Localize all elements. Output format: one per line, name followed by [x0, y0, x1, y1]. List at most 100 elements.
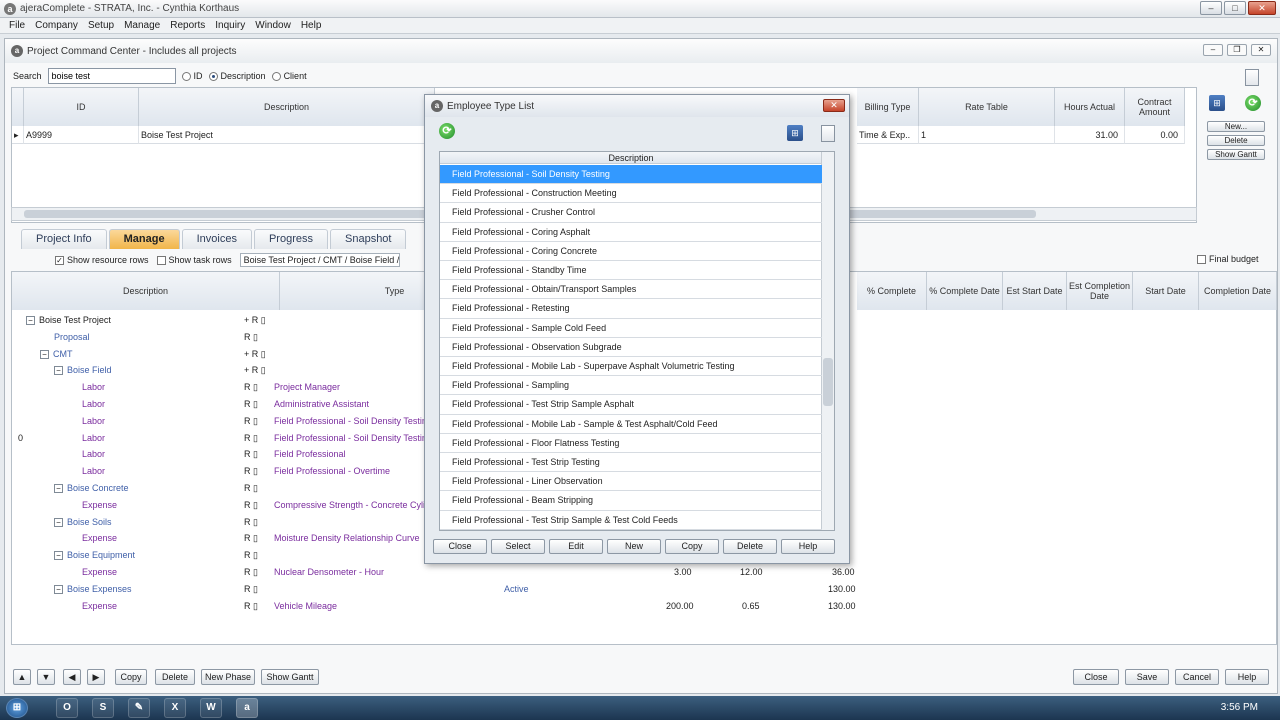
taskbar-app-icon[interactable]: ✎ [128, 698, 150, 718]
show-resource-rows-checkbox[interactable]: ✓ Show resource rows [55, 255, 149, 266]
dialog-delete-button[interactable]: Delete [723, 539, 777, 554]
employee-type-item[interactable]: Field Professional - Construction Meetin… [440, 184, 822, 204]
employee-type-item[interactable]: Field Professional - Standby Time [440, 261, 822, 281]
start-button[interactable]: ⊞ [6, 698, 28, 718]
tab-invoices[interactable]: Invoices [181, 229, 252, 249]
delete-row-button[interactable]: Delete [155, 669, 195, 685]
col-est-completion-header[interactable]: Est Completion Date [1067, 272, 1133, 310]
employee-type-item[interactable]: Field Professional - Test Strip Sample &… [440, 511, 822, 530]
row-action-icons[interactable]: R ▯ [244, 449, 258, 460]
row-action-icons[interactable]: R ▯ [244, 517, 258, 528]
row-action-icons[interactable]: R ▯ [244, 550, 258, 561]
taskbar-app-icon[interactable]: S [92, 698, 114, 718]
taskbar-app-icon[interactable]: O [56, 698, 78, 718]
row-action-icons[interactable]: R ▯ [244, 584, 258, 595]
col-id-header[interactable]: ID [24, 88, 139, 126]
show-gantt-button[interactable]: Show Gantt [1207, 149, 1265, 160]
collapse-icon[interactable]: − [54, 484, 63, 493]
employee-type-item[interactable]: Field Professional - Test Strip Sample A… [440, 395, 822, 415]
cancel-button[interactable]: Cancel [1175, 669, 1219, 685]
show-task-rows-checkbox[interactable]: Show task rows [156, 255, 232, 266]
scroll-thumb[interactable] [823, 358, 833, 406]
refresh-icon[interactable]: ⟳ [1245, 95, 1261, 111]
copy-button[interactable]: Copy [115, 669, 147, 685]
employee-type-item[interactable]: Field Professional - Obtain/Transport Sa… [440, 280, 822, 300]
col-pct-complete-header[interactable]: % Complete [857, 272, 927, 310]
cell-billing-type[interactable]: Time & Exp.. [857, 126, 919, 144]
tab-progress[interactable]: Progress [253, 229, 328, 249]
menu-setup[interactable]: Setup [83, 18, 119, 33]
row-action-icons[interactable]: + R ▯ [244, 349, 266, 360]
hierarchy-icon[interactable]: ⊞ [1209, 95, 1225, 111]
taskbar-app-icon[interactable]: W [200, 698, 222, 718]
col-description-header[interactable]: Description [139, 88, 435, 126]
dialog-edit-button[interactable]: Edit [549, 539, 603, 554]
collapse-icon[interactable]: − [26, 316, 35, 325]
employee-type-item[interactable]: Field Professional - Soil Density Testin… [440, 165, 822, 185]
refresh-icon[interactable]: ⟳ [439, 123, 455, 139]
employee-type-item[interactable]: Field Professional - Floor Flatness Test… [440, 434, 822, 453]
cell-id[interactable]: A9999 [24, 126, 139, 144]
new-button[interactable]: New... [1207, 121, 1265, 132]
menu-company[interactable]: Company [30, 18, 83, 33]
tree-row[interactable]: Expense R ▯ Nuclear Densometer - Hour 3.00 1… [12, 564, 1276, 581]
dialog-close-button[interactable]: ✕ [823, 99, 845, 112]
radio-id[interactable]: ID [181, 71, 203, 82]
row-action-icons[interactable]: R ▯ [244, 500, 258, 511]
final-budget-checkbox[interactable]: Final budget [1197, 254, 1259, 265]
window-restore-button[interactable]: ❐ [1227, 44, 1247, 56]
row-action-icons[interactable]: R ▯ [244, 433, 258, 444]
collapse-icon[interactable]: − [54, 517, 63, 527]
collapse-icon[interactable]: − [40, 349, 49, 359]
row-action-icons[interactable]: + R ▯ [244, 315, 266, 326]
taskbar-app-icon[interactable]: a [236, 698, 258, 718]
tab-manage[interactable]: Manage [108, 229, 180, 249]
col-contract-amount-header[interactable]: Contract Amount [1125, 88, 1185, 126]
cell-hours-actual[interactable]: 31.00 [1055, 126, 1125, 144]
employee-type-item[interactable]: Field Professional - Observation Subgrad… [440, 338, 822, 357]
col-pct-complete-date-header[interactable]: % Complete Date [927, 272, 1003, 310]
col-billing-type-header[interactable]: Billing Type [857, 88, 919, 126]
dialog-copy-button[interactable]: Copy [665, 539, 719, 554]
window-minimize-button[interactable]: – [1203, 44, 1223, 56]
row-action-icons[interactable]: R ▯ [244, 399, 258, 410]
collapse-icon[interactable]: − [54, 366, 63, 376]
document-icon[interactable] [1245, 69, 1259, 88]
tree-row[interactable]: − Boise Expenses R ▯ Active 130.00 [12, 581, 1276, 598]
close-window-button[interactable]: Close [1073, 669, 1119, 685]
col-description-header[interactable]: Description [12, 272, 280, 310]
dialog-vscrollbar[interactable] [821, 152, 834, 530]
taskbar-app-icon[interactable]: X [164, 698, 186, 718]
col-completion-date-header[interactable]: Completion Date [1199, 272, 1277, 310]
radio-client[interactable]: Client [271, 71, 307, 82]
employee-type-item[interactable]: Field Professional - Test Strip Testing [440, 453, 822, 473]
employee-type-item[interactable]: Field Professional - Liner Observation [440, 472, 822, 492]
dialog-help-button[interactable]: Help [781, 539, 835, 554]
cell-description[interactable]: Boise Test Project [139, 126, 435, 144]
tab-snapshot[interactable]: Snapshot [330, 229, 407, 249]
help-button[interactable]: Help [1225, 669, 1269, 685]
row-action-icons[interactable]: R ▯ [244, 382, 258, 393]
tab-project-info[interactable]: Project Info [21, 229, 107, 249]
menu-manage[interactable]: Manage [119, 18, 165, 33]
move-left-button[interactable]: ◀ [63, 669, 81, 685]
row-action-icons[interactable]: R ▯ [244, 483, 258, 494]
collapse-icon[interactable]: − [54, 551, 63, 561]
close-button[interactable]: ✕ [1248, 1, 1276, 15]
cell-rate-table[interactable]: 1 [919, 126, 1055, 144]
employee-type-item[interactable]: Field Professional - Sampling [440, 376, 822, 396]
show-gantt-bottom-button[interactable]: Show Gantt [261, 669, 319, 685]
employee-type-item[interactable]: Field Professional - Crusher Control [440, 203, 822, 223]
row-action-icons[interactable]: R ▯ [244, 533, 258, 544]
col-start-date-header[interactable]: Start Date [1133, 272, 1199, 310]
employee-type-item[interactable]: Field Professional - Retesting [440, 299, 822, 319]
new-phase-button[interactable]: New Phase [201, 669, 255, 685]
employee-type-item[interactable]: Field Professional - Beam Stripping [440, 491, 822, 511]
tree-row[interactable]: Expense R ▯ Vehicle Mileage 200.00 0.65 130.0… [12, 598, 1276, 615]
minimize-button[interactable]: – [1200, 1, 1222, 15]
menu-reports[interactable]: Reports [165, 18, 210, 33]
row-action-icons[interactable]: R ▯ [244, 601, 258, 612]
move-up-button[interactable]: ▲ [13, 669, 31, 685]
save-button[interactable]: Save [1125, 669, 1169, 685]
row-action-icons[interactable]: + R ▯ [244, 365, 266, 376]
